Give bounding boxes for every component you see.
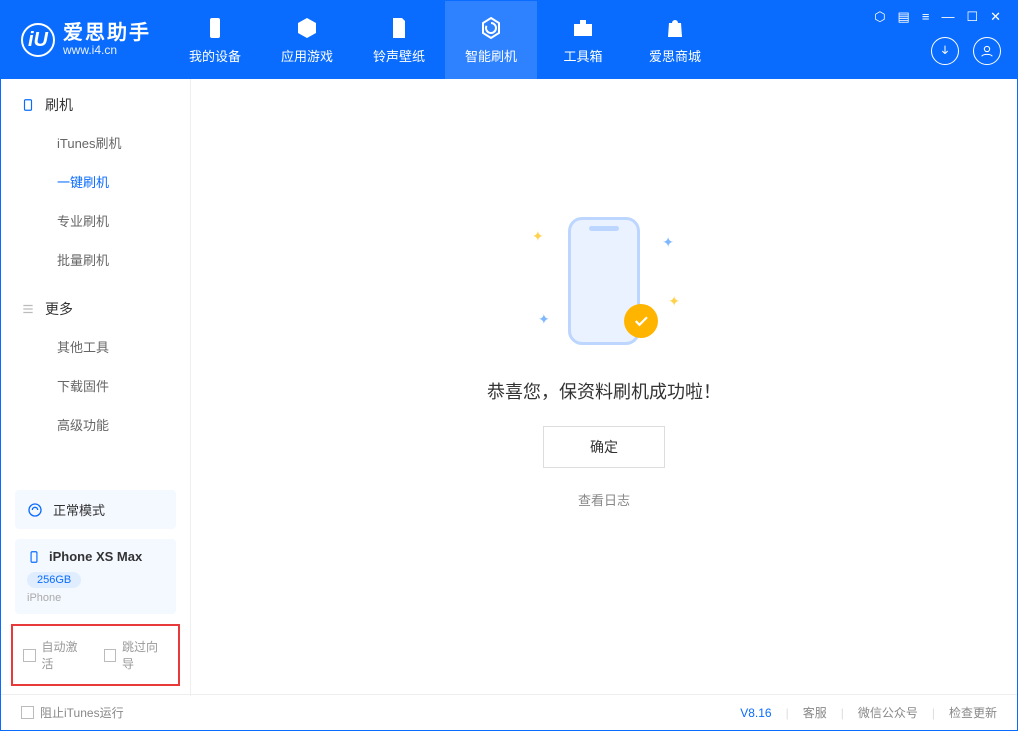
version-label: V8.16 bbox=[740, 706, 771, 720]
sidebar-section-more: 更多 bbox=[1, 299, 190, 327]
app-name: 爱思助手 bbox=[63, 22, 151, 44]
footer: 阻止iTunes运行 V8.16 | 客服 | 微信公众号 | 检查更新 bbox=[1, 694, 1017, 730]
music-file-icon bbox=[387, 16, 411, 40]
device-icon bbox=[21, 98, 35, 112]
nav-smart-flash[interactable]: 智能刷机 bbox=[445, 1, 537, 79]
view-log-link[interactable]: 查看日志 bbox=[578, 490, 630, 509]
sidebar-item-itunes-flash[interactable]: iTunes刷机 bbox=[1, 123, 190, 162]
highlight-options: 自动激活 跳过向导 bbox=[11, 624, 180, 686]
refresh-hex-icon bbox=[479, 16, 503, 40]
checkbox-label: 阻止iTunes运行 bbox=[40, 704, 124, 721]
top-nav: 我的设备 应用游戏 铃声壁纸 智能刷机 工具箱 爱思商城 bbox=[169, 1, 721, 79]
sidebar-item-oneclick-flash[interactable]: 一键刷机 bbox=[1, 162, 190, 201]
checkbox-label: 跳过向导 bbox=[122, 638, 168, 672]
ok-button[interactable]: 确定 bbox=[543, 426, 665, 468]
sparkle-icon: ✦ bbox=[532, 228, 544, 245]
nav-toolbox[interactable]: 工具箱 bbox=[537, 1, 629, 79]
download-button[interactable] bbox=[931, 37, 959, 65]
nav-label: 应用游戏 bbox=[281, 46, 333, 65]
mode-box[interactable]: 正常模式 bbox=[15, 490, 176, 529]
checkbox-block-itunes[interactable]: 阻止iTunes运行 bbox=[21, 704, 124, 721]
app-header: iU 爱思助手 www.i4.cn 我的设备 应用游戏 铃声壁纸 智能刷机 工具… bbox=[1, 1, 1017, 79]
sparkle-icon: ✦ bbox=[668, 293, 680, 310]
main-content: ✦ ✦ ✦ ✦ 恭喜您，保资料刷机成功啦！ 确定 查看日志 bbox=[191, 79, 1017, 696]
minimize-button[interactable]: — bbox=[941, 9, 954, 25]
check-badge-icon bbox=[624, 304, 658, 338]
nav-label: 工具箱 bbox=[563, 46, 602, 65]
bag-icon bbox=[663, 16, 687, 40]
nav-apps-games[interactable]: 应用游戏 bbox=[261, 1, 353, 79]
checkbox-icon bbox=[23, 649, 36, 662]
support-link[interactable]: 客服 bbox=[803, 704, 827, 721]
sidebar-section-flash: 刷机 bbox=[1, 95, 190, 123]
sparkle-icon: ✦ bbox=[538, 311, 550, 328]
logo: iU 爱思助手 www.i4.cn bbox=[1, 1, 169, 79]
menu-icon[interactable]: ≡ bbox=[922, 9, 930, 25]
nav-label: 铃声壁纸 bbox=[373, 46, 425, 65]
nav-ringtone-wallpaper[interactable]: 铃声壁纸 bbox=[353, 1, 445, 79]
section-title: 刷机 bbox=[45, 95, 73, 115]
mode-icon bbox=[27, 502, 43, 518]
checkbox-icon bbox=[21, 706, 34, 719]
device-capacity: 256GB bbox=[27, 572, 81, 588]
mode-label: 正常模式 bbox=[53, 500, 105, 519]
account-button[interactable] bbox=[973, 37, 1001, 65]
list-icon bbox=[21, 302, 35, 316]
app-url: www.i4.cn bbox=[63, 44, 151, 57]
wechat-link[interactable]: 微信公众号 bbox=[858, 704, 918, 721]
device-info-box[interactable]: iPhone XS Max 256GB iPhone bbox=[15, 539, 176, 614]
sidebar-item-batch-flash[interactable]: 批量刷机 bbox=[1, 240, 190, 279]
list-icon[interactable]: ▤ bbox=[898, 9, 910, 25]
success-message: 恭喜您，保资料刷机成功啦！ bbox=[487, 378, 721, 404]
checkbox-auto-activate[interactable]: 自动激活 bbox=[23, 638, 88, 672]
phone-small-icon bbox=[27, 550, 41, 564]
nav-store[interactable]: 爱思商城 bbox=[629, 1, 721, 79]
toolbox-icon bbox=[571, 16, 595, 40]
logo-icon: iU bbox=[21, 23, 55, 57]
close-button[interactable]: ✕ bbox=[990, 9, 1001, 25]
sidebar-item-other-tools[interactable]: 其他工具 bbox=[1, 327, 190, 366]
checkbox-icon bbox=[104, 649, 117, 662]
device-type: iPhone bbox=[27, 592, 164, 604]
sidebar-item-download-firmware[interactable]: 下载固件 bbox=[1, 366, 190, 405]
sidebar-item-advanced[interactable]: 高级功能 bbox=[1, 405, 190, 444]
checkbox-skip-guide[interactable]: 跳过向导 bbox=[104, 638, 169, 672]
sidebar-item-pro-flash[interactable]: 专业刷机 bbox=[1, 201, 190, 240]
phone-icon bbox=[203, 16, 227, 40]
shirt-icon[interactable]: ⬡ bbox=[874, 9, 885, 25]
cube-icon bbox=[295, 16, 319, 40]
success-illustration: ✦ ✦ ✦ ✦ bbox=[524, 206, 684, 356]
check-update-link[interactable]: 检查更新 bbox=[949, 704, 997, 721]
sidebar: 刷机 iTunes刷机 一键刷机 专业刷机 批量刷机 更多 其他工具 下载固件 … bbox=[1, 79, 191, 696]
checkbox-label: 自动激活 bbox=[42, 638, 88, 672]
window-controls: ⬡ ▤ ≡ — ☐ ✕ bbox=[874, 1, 1001, 25]
nav-my-device[interactable]: 我的设备 bbox=[169, 1, 261, 79]
nav-label: 我的设备 bbox=[189, 46, 241, 65]
nav-label: 爱思商城 bbox=[649, 46, 701, 65]
sparkle-icon: ✦ bbox=[662, 234, 674, 251]
device-name: iPhone XS Max bbox=[49, 549, 142, 564]
section-title: 更多 bbox=[45, 299, 73, 319]
maximize-button[interactable]: ☐ bbox=[966, 9, 978, 25]
nav-label: 智能刷机 bbox=[465, 46, 517, 65]
